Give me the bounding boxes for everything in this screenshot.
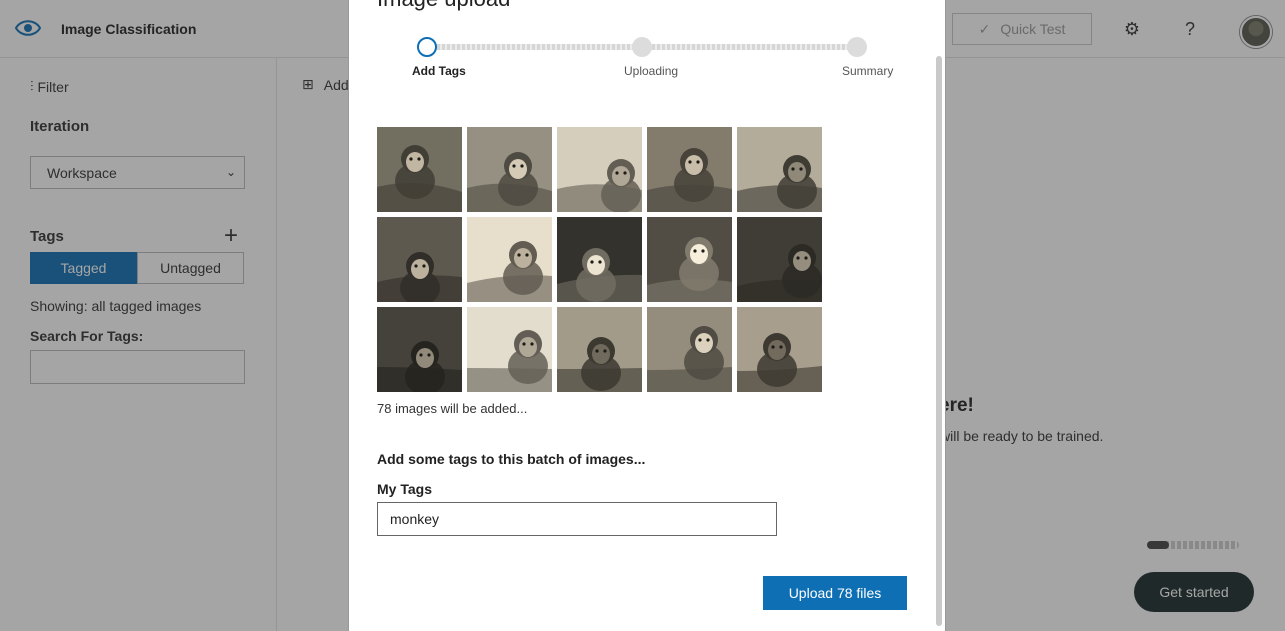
upload-files-button[interactable]: Upload 78 files <box>763 576 907 610</box>
batch-tags-heading: Add some tags to this batch of images... <box>377 451 646 467</box>
image-thumbnail <box>647 307 732 392</box>
image-thumbnail <box>467 127 552 212</box>
image-upload-dialog: Image upload Add Tags Uploading Summary <box>348 0 946 631</box>
dialog-title: Image upload <box>377 0 510 12</box>
image-thumbnail <box>467 217 552 302</box>
image-thumbnail <box>737 127 822 212</box>
my-tags-input[interactable] <box>377 502 777 536</box>
dialog-scrollbar[interactable] <box>936 56 942 626</box>
step-summary-dot <box>847 37 867 57</box>
image-thumbnail <box>557 307 642 392</box>
image-thumbnail <box>647 127 732 212</box>
step-add-tags-label: Add Tags <box>412 64 466 78</box>
image-thumbnail <box>557 217 642 302</box>
my-tags-label: My Tags <box>377 481 432 497</box>
image-thumbnail <box>377 127 462 212</box>
image-thumbnail-grid <box>377 127 827 392</box>
image-thumbnail <box>557 127 642 212</box>
image-thumbnail <box>467 307 552 392</box>
step-summary-label: Summary <box>842 64 894 78</box>
image-thumbnail <box>737 307 822 392</box>
step-uploading-label: Uploading <box>624 64 679 78</box>
image-thumbnail <box>647 217 732 302</box>
step-uploading-dot <box>632 37 652 57</box>
image-thumbnail <box>377 217 462 302</box>
image-count-note: 78 images will be added... <box>377 401 528 416</box>
step-add-tags-dot <box>417 37 437 57</box>
image-thumbnail <box>377 307 462 392</box>
image-thumbnail <box>737 217 822 302</box>
